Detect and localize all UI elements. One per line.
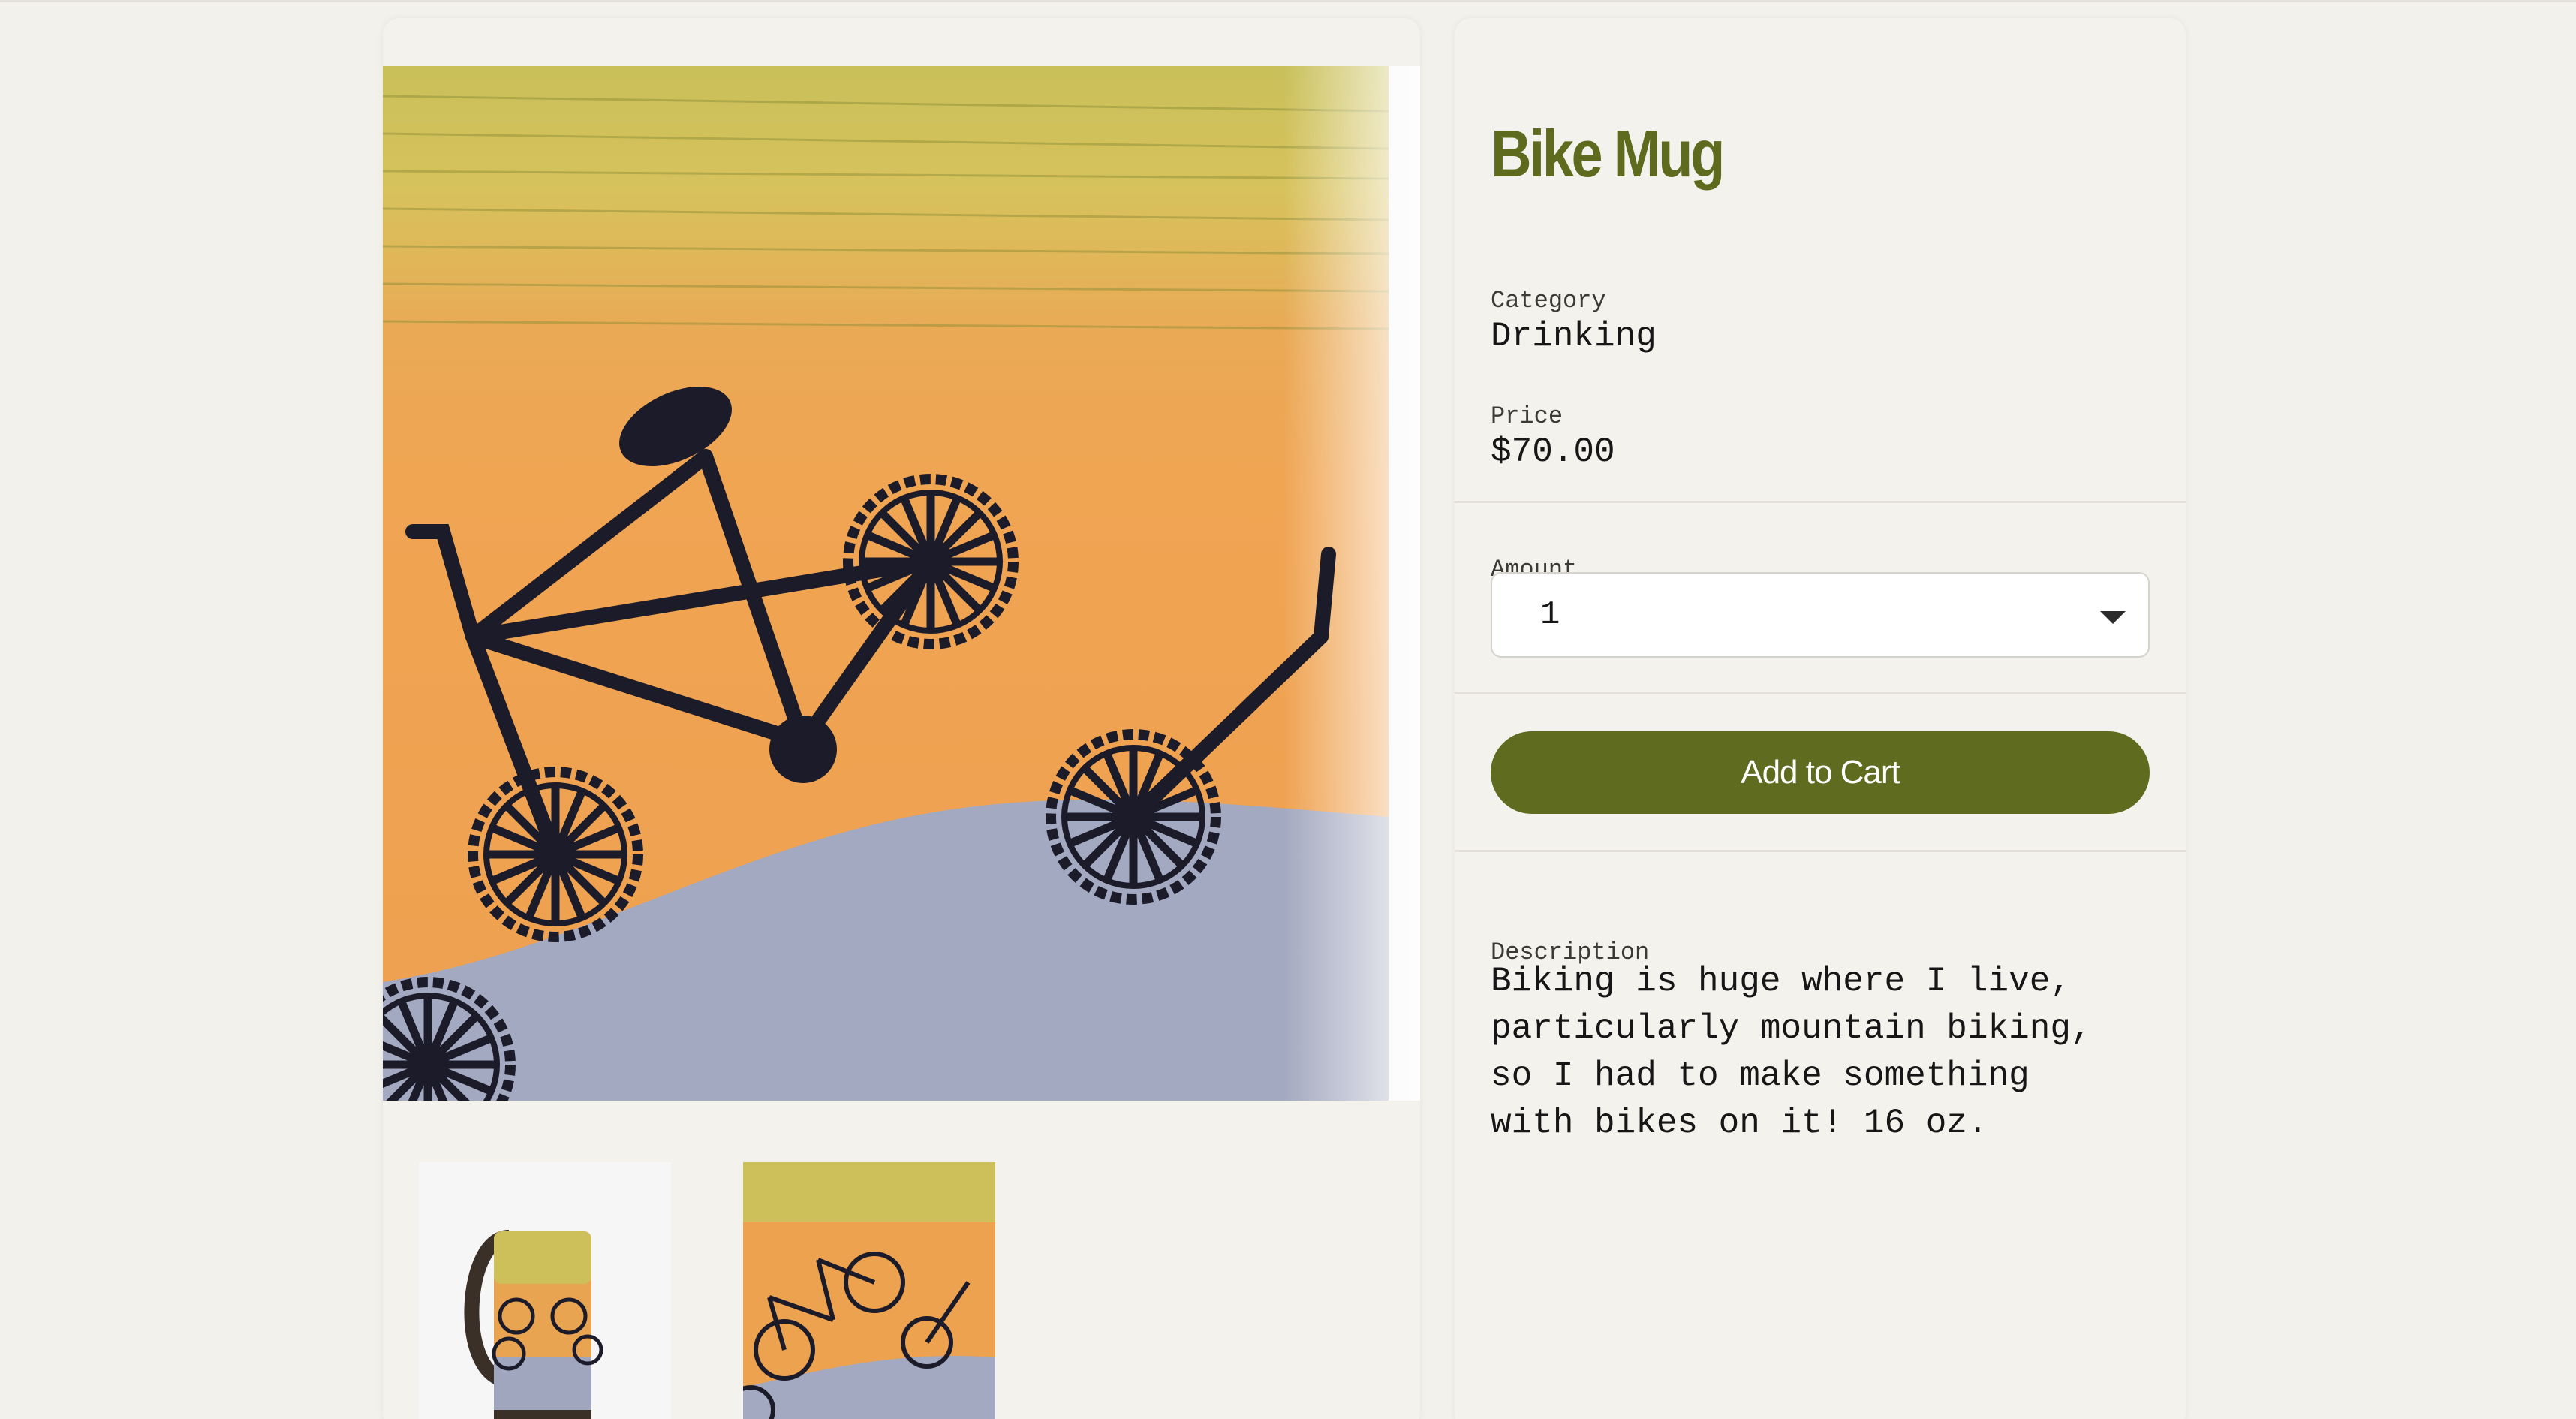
thumbnail-mug-full[interactable] <box>419 1162 671 1419</box>
product-gallery <box>383 18 1420 1419</box>
amount-select[interactable]: 1 <box>1491 572 2150 658</box>
category-label: Category <box>1491 287 1606 315</box>
add-to-cart-button[interactable]: Add to Cart <box>1491 731 2150 814</box>
divider <box>1455 501 2186 503</box>
price-value: $70.00 <box>1491 432 1615 471</box>
amount-selected-value: 1 <box>1540 596 1560 634</box>
main-product-image <box>383 66 1420 1101</box>
category-value: Drinking <box>1491 317 1657 356</box>
description-text: Biking is huge where I live, particularl… <box>1491 962 2092 1143</box>
divider <box>1455 692 2186 694</box>
product-details: Bike Mug Category Drinking Price $70.00 … <box>1455 18 2186 1419</box>
divider <box>1455 850 2186 852</box>
product-title: Bike Mug <box>1491 116 1725 191</box>
price-label: Price <box>1491 402 1563 430</box>
chevron-down-icon <box>2100 611 2126 624</box>
top-border <box>0 0 2576 2</box>
thumbnail-mug-closeup[interactable] <box>743 1162 995 1419</box>
